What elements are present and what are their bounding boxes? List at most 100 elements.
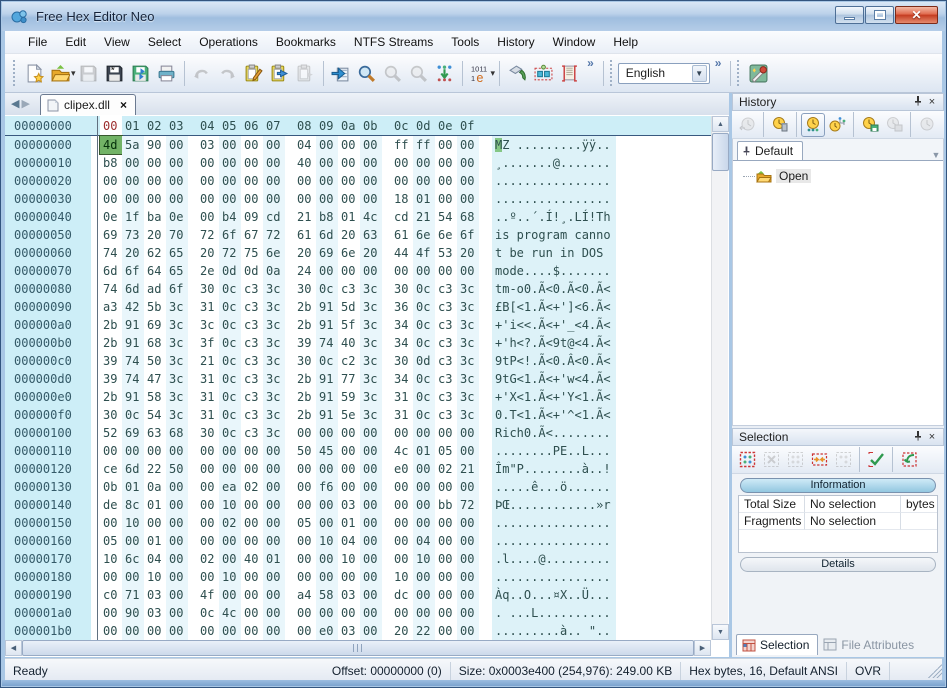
hex-byte-cell[interactable]: 02: [197, 550, 219, 568]
hex-byte-cell[interactable]: 91: [316, 370, 338, 388]
hex-byte-cell[interactable]: 00: [294, 424, 316, 442]
hex-byte-cell[interactable]: 00: [197, 532, 219, 550]
hex-byte-cell[interactable]: 3c: [360, 406, 382, 424]
hex-byte-cell[interactable]: 6f: [166, 280, 188, 298]
encoding-button[interactable]: 10111e: [467, 59, 493, 87]
hex-byte-cell[interactable]: 3c: [166, 370, 188, 388]
hex-byte-cell[interactable]: 01: [122, 478, 144, 496]
hex-byte-cell[interactable]: 21: [294, 208, 316, 226]
hex-byte-cell[interactable]: 00: [316, 154, 338, 172]
minimize-button[interactable]: [835, 6, 864, 24]
hex-byte-cell[interactable]: 00: [166, 550, 188, 568]
hex-byte-cell[interactable]: 0c: [219, 406, 241, 424]
menu-tools[interactable]: Tools: [442, 32, 488, 52]
vertical-scrollbar[interactable]: ▲ ▼: [711, 116, 728, 640]
hex-byte-cell[interactable]: 68: [457, 208, 479, 226]
hex-byte-cell[interactable]: 00: [360, 550, 382, 568]
hex-byte-cell[interactable]: 0c: [219, 316, 241, 334]
hex-byte-cell[interactable]: 01: [413, 190, 435, 208]
hex-byte-cell[interactable]: 00: [100, 604, 122, 622]
hex-byte-cell[interactable]: 0a: [263, 262, 285, 280]
hex-byte-cell[interactable]: 00: [241, 190, 263, 208]
hex-byte-cell[interactable]: 00: [263, 532, 285, 550]
hex-byte-cell[interactable]: 00: [413, 262, 435, 280]
hex-ascii-cell[interactable]: .....ê...ö......: [492, 478, 616, 496]
hex-byte-cell[interactable]: 00: [166, 442, 188, 460]
pattern-fill-button[interactable]: [530, 59, 556, 87]
hex-byte-cell[interactable]: 39: [100, 370, 122, 388]
hex-byte-cell[interactable]: 00: [316, 550, 338, 568]
hex-byte-cell[interactable]: 40: [338, 334, 360, 352]
hex-byte-cell[interactable]: 4c: [219, 604, 241, 622]
hex-byte-cell[interactable]: 00: [338, 460, 360, 478]
hex-byte-cell[interactable]: 0c: [219, 352, 241, 370]
hex-byte-cell[interactable]: 00: [413, 172, 435, 190]
hex-byte-cell[interactable]: 53: [435, 244, 457, 262]
hex-byte-cell[interactable]: cd: [391, 208, 413, 226]
hex-byte-cell[interactable]: c2: [338, 352, 360, 370]
paste-button[interactable]: [267, 59, 293, 87]
hex-byte-cell[interactable]: 52: [100, 424, 122, 442]
hex-byte-cell[interactable]: 09: [241, 208, 263, 226]
hex-byte-cell[interactable]: 02: [241, 478, 263, 496]
apply-selection-button[interactable]: [864, 448, 888, 472]
hex-byte-cell[interactable]: a3: [100, 298, 122, 316]
hex-byte-cell[interactable]: 00: [457, 172, 479, 190]
hex-byte-cell[interactable]: 39: [100, 352, 122, 370]
hex-byte-cell[interactable]: 0e: [100, 208, 122, 226]
hex-editor-view[interactable]: 00000000 000102030405060708090a0b0c0d0e0…: [5, 116, 711, 640]
hex-byte-cell[interactable]: 3c: [360, 352, 382, 370]
hex-byte-cell[interactable]: 00: [294, 172, 316, 190]
hex-byte-cell[interactable]: 04: [338, 532, 360, 550]
save-as-button[interactable]: [128, 59, 154, 87]
hex-byte-cell[interactable]: 00: [435, 586, 457, 604]
hex-ascii-cell[interactable]: Rich0.Ã<........: [492, 424, 616, 442]
hex-byte-cell[interactable]: 00: [391, 514, 413, 532]
hex-byte-cell[interactable]: 00: [316, 424, 338, 442]
hex-byte-cell[interactable]: 3c: [263, 424, 285, 442]
hex-byte-cell[interactable]: 72: [457, 496, 479, 514]
hex-byte-cell[interactable]: ce: [100, 460, 122, 478]
hex-byte-cell[interactable]: c3: [435, 298, 457, 316]
hex-byte-cell[interactable]: 00: [263, 136, 285, 154]
hex-byte-cell[interactable]: 00: [197, 154, 219, 172]
hex-byte-cell[interactable]: 00: [391, 496, 413, 514]
hex-byte-cell[interactable]: 0c: [219, 370, 241, 388]
hex-byte-cell[interactable]: 34: [391, 316, 413, 334]
hex-byte-cell[interactable]: 00: [219, 622, 241, 640]
hex-byte-cell[interactable]: 00: [144, 190, 166, 208]
hex-byte-cell[interactable]: ff: [413, 136, 435, 154]
hex-byte-cell[interactable]: 00: [294, 568, 316, 586]
hex-byte-cell[interactable]: 0c: [413, 388, 435, 406]
hex-byte-cell[interactable]: 00: [360, 604, 382, 622]
hex-ascii-cell[interactable]: is program canno: [492, 226, 616, 244]
pin-icon[interactable]: [911, 430, 925, 444]
tab-selection[interactable]: Selection: [736, 634, 818, 655]
hex-byte-cell[interactable]: 00: [166, 622, 188, 640]
hex-byte-cell[interactable]: 65: [166, 262, 188, 280]
hex-byte-cell[interactable]: 54: [144, 406, 166, 424]
hex-byte-cell[interactable]: 61: [294, 226, 316, 244]
hex-byte-cell[interactable]: 6d: [122, 280, 144, 298]
hex-byte-cell[interactable]: 24: [294, 262, 316, 280]
hex-byte-cell[interactable]: 00: [166, 496, 188, 514]
hex-byte-cell[interactable]: 4f: [197, 586, 219, 604]
hex-ascii-cell[interactable]: t be run in DOS: [492, 244, 616, 262]
hex-byte-cell[interactable]: 30: [294, 352, 316, 370]
horizontal-scroll-thumb[interactable]: [22, 640, 694, 656]
scroll-right-icon[interactable]: ▶: [694, 640, 711, 656]
hex-byte-cell[interactable]: 00: [435, 172, 457, 190]
hex-byte-cell[interactable]: 3c: [457, 298, 479, 316]
hex-byte-cell[interactable]: 3c: [263, 352, 285, 370]
hex-byte-cell[interactable]: a4: [294, 586, 316, 604]
hex-byte-cell[interactable]: 00: [122, 568, 144, 586]
hex-byte-cell[interactable]: 3c: [263, 388, 285, 406]
hex-byte-cell[interactable]: 74: [316, 334, 338, 352]
hex-byte-cell[interactable]: 00: [100, 568, 122, 586]
hex-byte-cell[interactable]: 00: [435, 568, 457, 586]
hex-ascii-cell[interactable]: ................: [492, 568, 616, 586]
hex-byte-cell[interactable]: 00: [122, 532, 144, 550]
hex-byte-cell[interactable]: 34: [391, 370, 413, 388]
hex-byte-cell[interactable]: 00: [360, 460, 382, 478]
horizontal-scrollbar[interactable]: ◀ ▶: [5, 640, 711, 656]
